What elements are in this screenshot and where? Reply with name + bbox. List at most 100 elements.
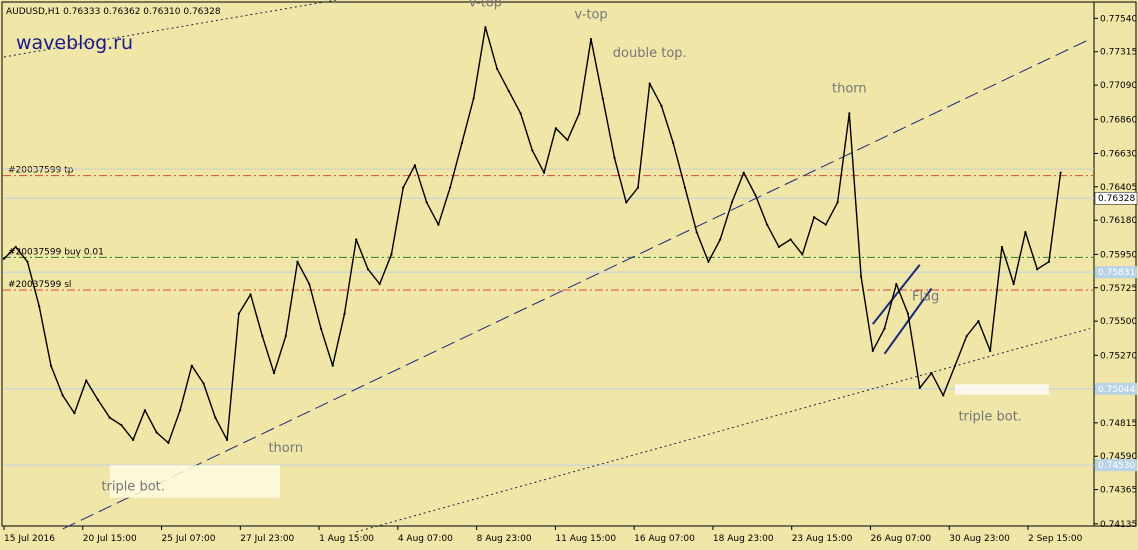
x-tick-label-12: 30 Aug 23:00 <box>949 534 1010 544</box>
price-point-16 <box>190 364 193 367</box>
price-tag-label-3: 0.74530 <box>1098 461 1135 471</box>
price-point-78 <box>918 386 921 390</box>
price-point-57 <box>672 141 675 145</box>
price-point-61 <box>719 238 722 241</box>
price-point-43 <box>507 89 510 93</box>
x-tick-label-2: 25 Jul 07:00 <box>162 534 216 544</box>
price-point-4 <box>49 364 53 367</box>
y-tick-label-6: 0.76180 <box>1100 216 1137 226</box>
price-point-73 <box>859 275 863 278</box>
price-point-62 <box>730 201 734 204</box>
price-point-14 <box>167 441 170 444</box>
annotation-7: triple bot. <box>101 479 164 494</box>
price-point-84 <box>989 349 992 352</box>
support-zone-right <box>954 384 1049 395</box>
price-point-69 <box>812 216 816 219</box>
annotation-6: triple bot. <box>958 410 1021 425</box>
price-point-0 <box>2 257 6 260</box>
y-tick-label-3: 0.76860 <box>1100 115 1137 125</box>
price-point-74 <box>871 349 874 352</box>
price-point-86 <box>1012 282 1015 286</box>
price-point-54 <box>636 186 640 189</box>
annotation-5: Flag <box>912 289 939 304</box>
x-tick-label-0: 15 Jul 2016 <box>4 534 55 544</box>
y-tick-label-4: 0.76630 <box>1100 149 1137 159</box>
price-point-83 <box>977 320 980 323</box>
price-point-49 <box>578 112 581 115</box>
hline-label-0: #20037599 tp <box>8 166 74 176</box>
price-point-56 <box>660 104 663 108</box>
price-point-52 <box>613 156 616 159</box>
price-point-87 <box>1024 230 1027 234</box>
price-point-7 <box>85 379 88 382</box>
y-tick-label-0: 0.77540 <box>1100 14 1137 24</box>
annotation-1: v-top <box>574 7 607 22</box>
price-tag-label-0: 0.76328 <box>1098 194 1135 204</box>
price-point-35 <box>413 164 417 167</box>
price-point-55 <box>648 82 651 85</box>
price-point-76 <box>895 282 898 286</box>
price-point-26 <box>308 282 311 286</box>
price-chart[interactable]: #20037599 tp#20037599 buy 0.01#20037599 … <box>0 0 1138 550</box>
price-point-8 <box>96 398 100 401</box>
y-tick-label-1: 0.77315 <box>1100 48 1137 58</box>
price-point-22 <box>261 334 264 338</box>
y-tick-label-12: 0.74815 <box>1100 419 1137 429</box>
x-tick-label-8: 16 Aug 07:00 <box>634 534 695 544</box>
price-point-45 <box>531 149 534 152</box>
price-point-1 <box>14 245 17 249</box>
price-point-19 <box>225 438 229 442</box>
price-point-65 <box>766 223 769 226</box>
price-point-82 <box>965 334 968 338</box>
price-point-41 <box>484 26 487 29</box>
annotation-0: v-top <box>469 0 502 10</box>
plot-area <box>1 1 1095 527</box>
annotation-4: thorn <box>268 441 303 456</box>
price-point-81 <box>953 364 957 367</box>
y-tick-label-7: 0.75950 <box>1100 250 1137 260</box>
price-point-48 <box>566 138 569 142</box>
price-point-23 <box>272 372 276 375</box>
price-point-29 <box>343 312 346 315</box>
price-tag-label-2: 0.75044 <box>1098 385 1135 395</box>
price-point-10 <box>120 423 123 427</box>
price-point-5 <box>61 394 64 397</box>
price-point-90 <box>1059 171 1062 174</box>
price-point-21 <box>249 293 252 296</box>
price-point-12 <box>143 409 146 412</box>
price-point-27 <box>319 327 323 330</box>
y-tick-label-10: 0.75270 <box>1100 351 1137 361</box>
price-point-68 <box>801 253 804 256</box>
price-point-53 <box>625 201 628 204</box>
price-point-66 <box>777 245 780 249</box>
x-tick-label-7: 11 Aug 15:00 <box>555 534 616 544</box>
price-point-2 <box>26 260 29 263</box>
x-tick-label-9: 18 Aug 23:00 <box>713 534 774 544</box>
price-point-15 <box>179 409 182 412</box>
price-point-33 <box>390 253 393 256</box>
price-tag-label-1: 0.75831 <box>1098 268 1135 278</box>
x-tick-label-3: 27 Jul 23:00 <box>240 534 294 544</box>
price-point-30 <box>355 238 358 241</box>
price-point-31 <box>366 268 370 271</box>
price-point-9 <box>108 416 111 419</box>
watermark-label: waveblog.ru <box>16 32 133 54</box>
price-point-47 <box>554 127 557 130</box>
price-point-40 <box>472 97 475 100</box>
price-point-51 <box>601 97 604 100</box>
price-point-67 <box>789 238 792 241</box>
x-tick-label-6: 8 Aug 23:00 <box>477 534 532 544</box>
price-point-46 <box>542 171 546 174</box>
price-point-42 <box>496 67 499 70</box>
price-point-39 <box>460 141 463 145</box>
price-point-37 <box>437 223 440 226</box>
price-point-44 <box>519 112 522 115</box>
price-point-72 <box>848 112 851 115</box>
y-tick-label-14: 0.74365 <box>1100 486 1137 496</box>
price-point-20 <box>237 312 240 315</box>
y-tick-label-8: 0.75725 <box>1100 284 1137 294</box>
price-point-85 <box>1000 245 1004 249</box>
price-point-18 <box>214 416 217 419</box>
price-point-60 <box>707 260 710 263</box>
y-tick-label-15: 0.74135 <box>1100 520 1137 530</box>
